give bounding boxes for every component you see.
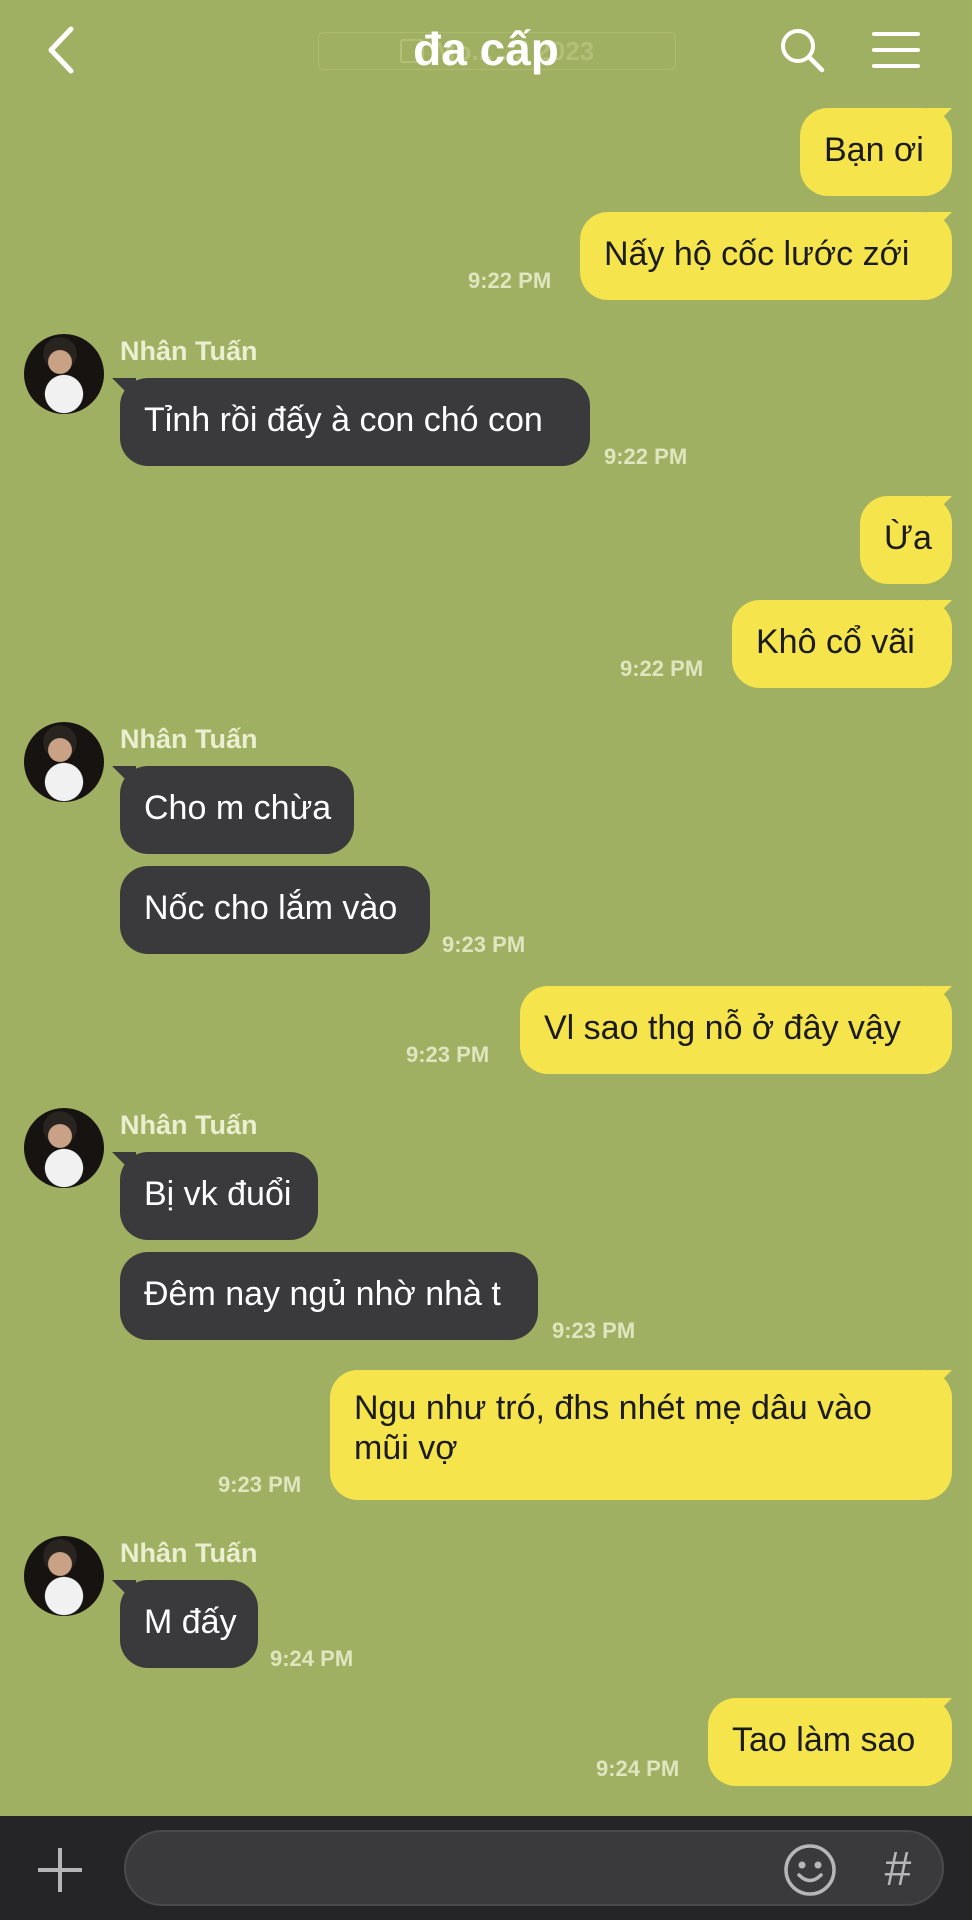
- search-icon: [781, 29, 825, 73]
- message-text: Nốc cho lắm vào: [144, 889, 398, 927]
- message-timestamp: 9:22 PM: [604, 444, 688, 469]
- message-text: Vl sao thg nỗ ở đây vậy: [544, 1009, 901, 1047]
- message-text-line: Ngu như tró, đhs nhét mẹ dâu vào: [354, 1389, 872, 1427]
- message-text: Tỉnh rồi đấy à con chó con: [144, 401, 543, 439]
- plus-icon: [38, 1848, 82, 1892]
- message-bubble-outgoing[interactable]: Vl sao thg nỗ ở đây vậy: [520, 986, 952, 1074]
- menu-icon: [872, 32, 920, 68]
- message-bubble-outgoing[interactable]: Nấy hộ cốc lước zới: [580, 212, 952, 300]
- emoji-button[interactable]: [782, 1842, 838, 1898]
- message-bubble-incoming[interactable]: Nốc cho lắm vào: [120, 866, 430, 954]
- message-bubble-incoming[interactable]: M đấy: [120, 1580, 258, 1668]
- hashtag-icon[interactable]: #: [872, 1842, 924, 1898]
- message-bubble-incoming[interactable]: Tỉnh rồi đấy à con chó con: [120, 378, 590, 466]
- message-timestamp: 9:23 PM: [218, 1472, 302, 1497]
- message-bubble-incoming[interactable]: Đêm nay ngủ nhờ nhà t: [120, 1252, 538, 1340]
- sender-name: Nhân Tuấn: [120, 1538, 258, 1568]
- message-text: Đêm nay ngủ nhờ nhà t: [144, 1275, 501, 1313]
- sender-name: Nhân Tuấn: [120, 724, 258, 754]
- sender-name: Nhân Tuấn: [120, 336, 258, 366]
- message-timestamp: 9:23 PM: [442, 932, 526, 957]
- message-text: Nấy hộ cốc lước zới: [604, 235, 910, 273]
- message-bubble-incoming[interactable]: Bị vk đuổi: [120, 1152, 318, 1240]
- add-attachment-button[interactable]: [34, 1844, 86, 1896]
- message-text: Ừa: [884, 519, 932, 557]
- message-text-line: mũi vợ: [354, 1429, 458, 1467]
- message-timestamp: 9:23 PM: [406, 1042, 490, 1067]
- message-text: Khô cổ vãi: [756, 623, 915, 661]
- avatar[interactable]: [24, 1536, 104, 1616]
- message-bubble-outgoing[interactable]: Tao làm sao: [708, 1698, 952, 1786]
- chat-header: Mo... ...l 2023 đa cấp: [0, 0, 972, 100]
- message-timestamp: 9:24 PM: [270, 1646, 354, 1671]
- avatar[interactable]: [24, 722, 104, 802]
- message-timestamp: 9:22 PM: [468, 268, 552, 293]
- message-text: Bạn ơi: [824, 131, 924, 169]
- menu-button[interactable]: [866, 20, 926, 80]
- search-button[interactable]: [772, 20, 832, 80]
- avatar[interactable]: [24, 334, 104, 414]
- message-bubble-outgoing[interactable]: Khô cổ vãi: [732, 600, 952, 688]
- composer-bar: #: [0, 1816, 972, 1920]
- message-text: Bị vk đuổi: [144, 1175, 292, 1213]
- message-text: M đấy: [144, 1603, 237, 1641]
- sender-name: Nhân Tuấn: [120, 1110, 258, 1140]
- message-timestamp: 9:24 PM: [596, 1756, 680, 1781]
- avatar[interactable]: [24, 1108, 104, 1188]
- message-input-container[interactable]: #: [124, 1830, 944, 1906]
- message-bubble-incoming[interactable]: Cho m chừa: [120, 766, 354, 854]
- message-timestamp: 9:22 PM: [620, 656, 704, 681]
- emoji-icon: [784, 1844, 836, 1896]
- message-timestamp: 9:23 PM: [552, 1318, 636, 1343]
- message-input[interactable]: [150, 1844, 774, 1896]
- message-text: Cho m chừa: [144, 789, 332, 827]
- message-text: Tao làm sao: [732, 1721, 916, 1759]
- message-bubble-outgoing[interactable]: Ngu như tró, đhs nhét mẹ dâu vào mũi vợ: [330, 1370, 952, 1500]
